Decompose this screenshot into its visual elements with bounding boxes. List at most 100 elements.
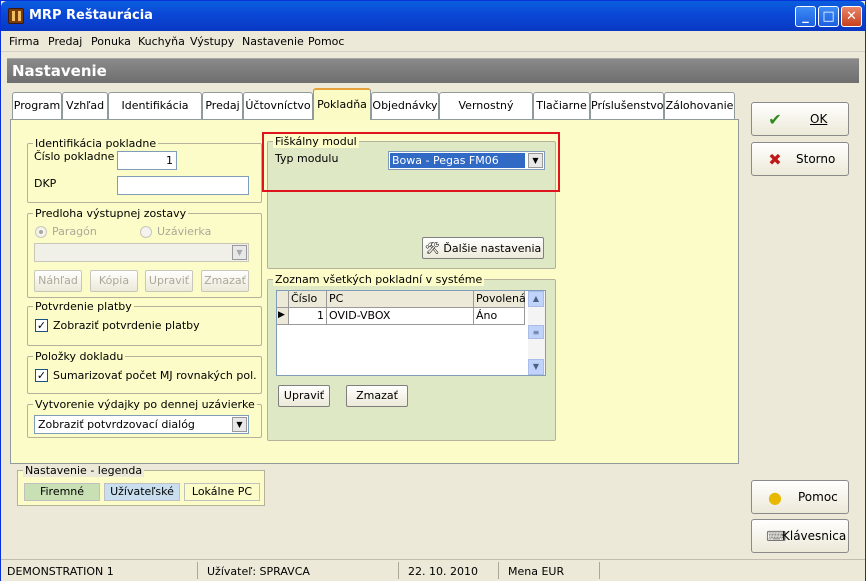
- status-date: 22. 10. 2010: [408, 565, 478, 578]
- tab-program[interactable]: Program: [12, 92, 62, 119]
- status-currency: Mena EUR: [508, 565, 565, 578]
- dkp-input[interactable]: [117, 176, 249, 195]
- scroll-thumb[interactable]: ≡: [528, 325, 544, 339]
- ok-button[interactable]: ✔ OK: [751, 102, 849, 136]
- tab-vzhlad[interactable]: Vzhľad: [62, 92, 108, 119]
- chevron-down-icon: ▼: [528, 153, 543, 168]
- tab-identifikacia-firmy[interactable]: Identifikácia firmy: [108, 92, 202, 137]
- tab-objednavky[interactable]: Objednávky: [371, 92, 439, 119]
- cancel-button[interactable]: ✖ Storno: [751, 142, 849, 176]
- edit-register-button[interactable]: Upraviť: [278, 385, 330, 407]
- table-cell-povolena[interactable]: Áno: [474, 308, 525, 325]
- group-predloha-zostavy: Predloha výstupnej zostavy Paragón Uzávi…: [27, 207, 262, 298]
- more-settings-label: Ďalšie nastavenia: [443, 242, 542, 255]
- group-identifikacia-pokladne: Identifikácia pokladne Číslo pokladne 1 …: [27, 137, 262, 203]
- expense-combo-value: Zobraziť potvrdzovací dialóg: [38, 418, 195, 431]
- column-header-cislo[interactable]: Číslo: [289, 291, 327, 308]
- tab-uctovnictvo[interactable]: Účtovníctvo: [243, 92, 313, 119]
- ok-label: OK: [810, 112, 828, 126]
- keyboard-button[interactable]: ⌨ Klávesnica: [751, 519, 849, 553]
- tab-tlaciarne[interactable]: Tlačiarne: [533, 92, 590, 119]
- module-type-combo[interactable]: Bowa - Pegas FM06 ▼: [388, 151, 545, 170]
- menu-bar: Firma Predaj Ponuka Kuchyňa Výstupy Nast…: [1, 32, 865, 52]
- radio-uzavierka[interactable]: [140, 226, 152, 238]
- legend-user: Užívateľské: [104, 483, 180, 501]
- group-label: Položky dokladu: [33, 350, 126, 363]
- close-button[interactable]: ✕: [841, 6, 862, 27]
- group-label: Potvrdenie platby: [33, 300, 134, 313]
- group-polozky-dokladu: Položky dokladu ✓ Sumarizovať počet MJ r…: [27, 350, 262, 394]
- menu-predaj[interactable]: Predaj: [48, 35, 82, 48]
- menu-vystupy[interactable]: Výstupy: [190, 35, 234, 48]
- tab-pokladna[interactable]: Pokladňa: [313, 88, 371, 120]
- cross-icon: ✖: [768, 150, 782, 169]
- registers-table[interactable]: Číslo PC Povolená ▶ 1 OVID-VBOX Áno ▲ ≡ …: [276, 290, 546, 376]
- row-indicator-icon: ▶: [277, 308, 289, 325]
- minimize-button[interactable]: _: [795, 6, 816, 27]
- help-button[interactable]: ● Pomoc: [751, 480, 849, 514]
- status-divider: [599, 562, 600, 579]
- status-divider: [398, 562, 399, 579]
- legend-group: Nastavenie - legenda Firemné Užívateľské…: [17, 464, 265, 506]
- group-label: Identifikácia pokladne: [33, 137, 159, 150]
- status-divider: [197, 562, 198, 579]
- group-potvrdenie-platby: Potvrdenie platby ✓ Zobraziť potvrdenie …: [27, 300, 262, 346]
- maximize-button[interactable]: □: [818, 6, 839, 27]
- page-title: Nastavenie: [12, 62, 107, 80]
- group-label: Fiškálny modul: [273, 135, 359, 148]
- edit-template-button[interactable]: Upraviť: [145, 270, 193, 292]
- table-cell-pc[interactable]: OVID-VBOX: [327, 308, 474, 325]
- page-header: Nastavenie: [7, 58, 859, 83]
- copy-button[interactable]: Kópia: [90, 270, 138, 292]
- group-fiskalny-modul: Fiškálny modul Typ modulu Bowa - Pegas F…: [267, 135, 556, 269]
- status-user: Užívateľ: SPRAVCA: [207, 565, 310, 578]
- tab-prislusenstvo[interactable]: Príslušenstvo: [590, 92, 664, 119]
- delete-register-button[interactable]: Zmazať: [346, 385, 408, 407]
- table-corner: [277, 291, 289, 308]
- column-header-povolena[interactable]: Povolená: [474, 291, 526, 308]
- status-mode: DEMONSTRATION 1: [7, 565, 114, 578]
- summarize-items-checkbox[interactable]: ✓: [35, 369, 48, 382]
- cancel-label: Storno: [796, 152, 836, 166]
- number-label: Číslo pokladne: [34, 150, 115, 163]
- confirm-payment-checkbox[interactable]: ✓: [35, 319, 48, 332]
- template-combo[interactable]: ▼: [34, 243, 249, 262]
- group-label: Zoznam všetkých pokladní v systéme: [273, 273, 485, 286]
- chevron-down-icon: ▼: [232, 245, 247, 260]
- table-scrollbar[interactable]: ▲ ≡ ▼: [528, 291, 545, 375]
- table-cell-cislo[interactable]: 1: [289, 308, 327, 325]
- chevron-down-icon: ▼: [232, 417, 247, 432]
- column-header-pc[interactable]: PC: [327, 291, 474, 308]
- menu-pomoc[interactable]: Pomoc: [308, 35, 344, 48]
- dkp-label: DKP: [34, 177, 57, 190]
- radio-paragon-label: Paragón: [52, 225, 97, 238]
- expense-combo[interactable]: Zobraziť potvrdzovací dialóg ▼: [34, 415, 249, 434]
- menu-ponuka[interactable]: Ponuka: [91, 35, 131, 48]
- status-bar: DEMONSTRATION 1 Užívateľ: SPRAVCA 22. 10…: [1, 559, 865, 581]
- summarize-items-label: Sumarizovať počet MJ rovnakých pol.: [53, 369, 257, 382]
- menu-nastavenie[interactable]: Nastavenie: [242, 35, 304, 48]
- radio-uzavierka-label: Uzávierka: [157, 225, 212, 238]
- tab-predaj[interactable]: Predaj: [202, 92, 243, 119]
- scroll-down-icon[interactable]: ▼: [528, 359, 544, 375]
- legend-local: Lokálne PC: [184, 483, 260, 501]
- title-bar[interactable]: MRP Reštaurácia _ □ ✕: [1, 1, 865, 31]
- help-label: Pomoc: [798, 490, 838, 504]
- scroll-up-icon[interactable]: ▲: [528, 291, 544, 307]
- keyboard-label: Klávesnica: [782, 529, 847, 543]
- checkmark-icon: ✔: [768, 110, 782, 129]
- lightbulb-icon: ●: [768, 488, 782, 507]
- menu-kuchyna[interactable]: Kuchyňa: [138, 35, 185, 48]
- group-label: Predloha výstupnej zostavy: [33, 207, 189, 220]
- main-window: MRP Reštaurácia _ □ ✕ Firma Predaj Ponuk…: [0, 0, 866, 581]
- delete-template-button[interactable]: Zmazať: [201, 270, 249, 292]
- group-vytvorenie-vydajky: Vytvorenie výdajky po dennej uzávierke Z…: [27, 398, 262, 438]
- tab-zalohovanie[interactable]: Zálohovanie: [664, 92, 735, 119]
- module-type-value: Bowa - Pegas FM06: [390, 153, 525, 168]
- menu-firma[interactable]: Firma: [9, 35, 39, 48]
- radio-paragon[interactable]: [35, 226, 47, 238]
- tab-vernostny-system[interactable]: Vernostný systém: [439, 92, 533, 137]
- register-number-input[interactable]: 1: [117, 151, 177, 170]
- more-settings-button[interactable]: 🛠 Ďalšie nastavenia: [422, 237, 544, 259]
- preview-button[interactable]: Náhľad: [34, 270, 82, 292]
